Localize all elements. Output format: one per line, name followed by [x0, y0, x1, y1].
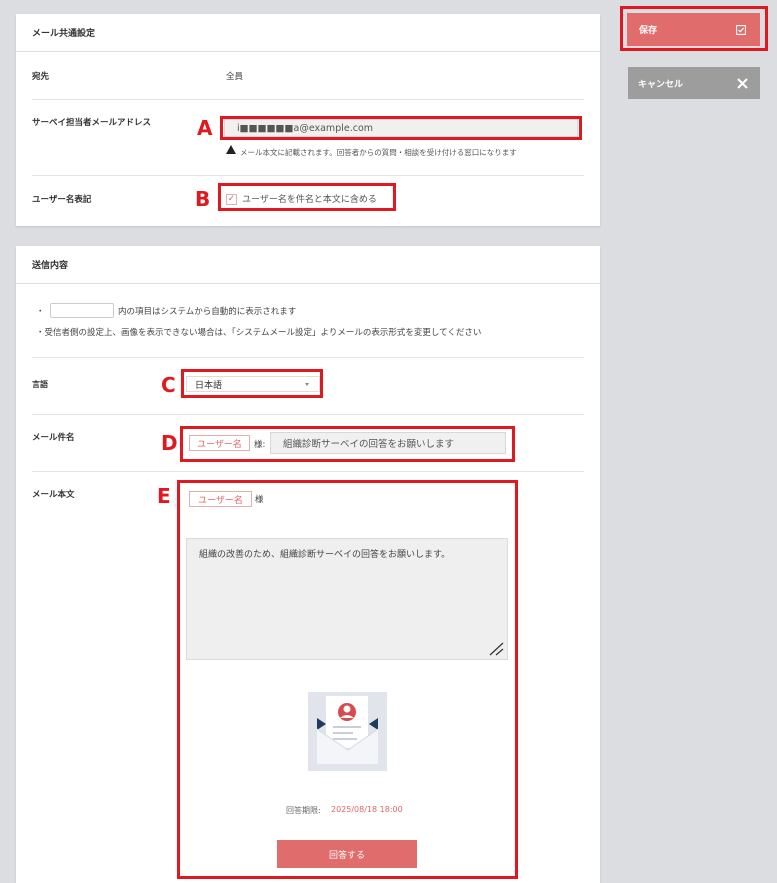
- divider: [32, 414, 584, 415]
- admin-email-note: メール本文に記載されます。回答者からの質問・相談を受け付ける窓口になります: [240, 148, 517, 157]
- send-content-header: 送信内容: [16, 246, 600, 284]
- annotation-letter-e: E: [157, 484, 171, 508]
- annotation-box-e: [177, 480, 518, 879]
- annotation-box-save: [620, 6, 768, 51]
- annotation-box-d: [180, 426, 515, 462]
- divider: [32, 175, 584, 176]
- note1-text: 内の項目はシステムから自動的に表示されます: [118, 307, 297, 317]
- warning-icon: [226, 145, 236, 154]
- username-label: ユーザー名表記: [32, 195, 92, 205]
- recipient-label: 宛先: [32, 72, 50, 82]
- annotation-letter-b: B: [195, 187, 211, 211]
- cancel-button[interactable]: キャンセル: [628, 67, 760, 99]
- note2-text: ・受信者側の設定上、画像を表示できない場合は、「システムメール設定」よりメールの…: [36, 328, 482, 338]
- close-icon: [737, 78, 748, 89]
- language-label: 言語: [32, 380, 48, 389]
- annotation-box-b: [218, 183, 396, 211]
- subject-label: メール件名: [32, 433, 75, 443]
- note-bullet: ・: [36, 307, 45, 317]
- mail-common-settings-header: メール共通設定: [16, 14, 600, 52]
- divider: [32, 471, 584, 472]
- divider: [32, 99, 584, 100]
- recipient-value: 全員: [226, 72, 244, 82]
- annotation-box-a: [220, 116, 582, 140]
- sample-tag-box: [50, 303, 114, 318]
- body-label: メール本文: [32, 490, 75, 500]
- divider: [32, 357, 584, 358]
- cancel-button-label: キャンセル: [638, 79, 684, 90]
- annotation-box-c: [181, 369, 323, 398]
- annotation-letter-a: A: [197, 116, 213, 140]
- admin-email-label: サーベイ担当者メールアドレス: [32, 118, 152, 128]
- annotation-letter-d: D: [161, 431, 178, 455]
- annotation-letter-c: C: [161, 373, 176, 397]
